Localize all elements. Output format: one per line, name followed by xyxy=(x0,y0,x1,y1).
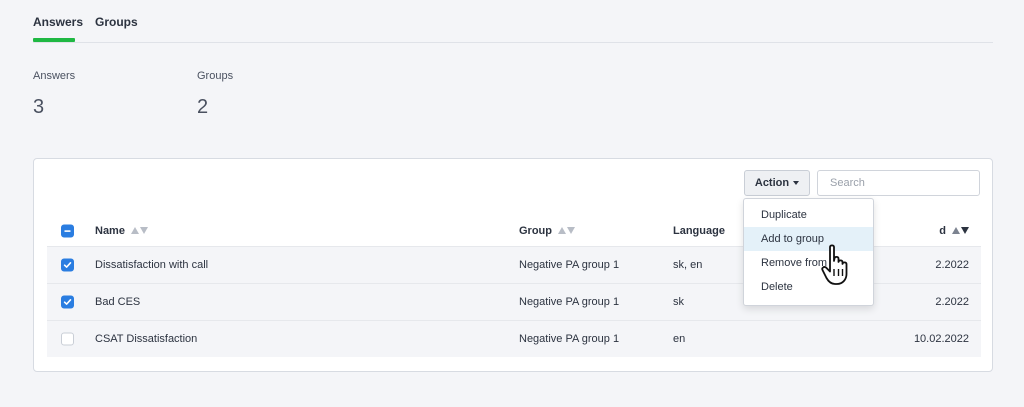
caret-down-icon xyxy=(793,181,800,185)
row-name: Dissatisfaction with call xyxy=(95,259,209,271)
sort-arrows-icon xyxy=(131,225,149,237)
tab-bar: Answers Groups xyxy=(33,0,993,43)
column-header-group-label: Group xyxy=(519,224,552,237)
column-header-date-label: d xyxy=(939,224,946,237)
column-header-group[interactable]: Group xyxy=(519,224,576,237)
table-row[interactable]: CSAT Dissatisfaction Negative PA group 1… xyxy=(47,320,981,357)
column-header-name-label: Name xyxy=(95,224,125,237)
row-language: en xyxy=(673,333,686,345)
row-language: sk, en xyxy=(673,259,703,271)
stat-answers-value: 3 xyxy=(33,96,45,118)
row-date: 2.2022 xyxy=(935,296,969,308)
check-icon xyxy=(61,258,74,272)
check-icon xyxy=(61,295,74,309)
stat-groups-value: 2 xyxy=(197,96,209,118)
menu-item-duplicate[interactable]: Duplicate xyxy=(744,203,873,227)
minus-icon xyxy=(61,224,74,237)
row-checkbox[interactable] xyxy=(61,258,74,272)
sort-arrows-icon xyxy=(558,225,576,237)
stat-answers: Answers 3 xyxy=(33,70,75,119)
column-header-date[interactable]: d xyxy=(939,224,969,236)
tab-groups[interactable]: Groups xyxy=(95,15,138,29)
row-checkbox[interactable] xyxy=(61,295,74,309)
active-tab-indicator xyxy=(33,38,75,42)
row-name: CSAT Dissatisfaction xyxy=(95,333,198,345)
checkbox-empty xyxy=(61,332,74,346)
row-group: Negative PA group 1 xyxy=(519,296,620,308)
row-name: Bad CES xyxy=(95,296,141,308)
stat-groups-label: Groups xyxy=(197,70,234,82)
row-group: Negative PA group 1 xyxy=(519,333,620,345)
row-date: 10.02.2022 xyxy=(913,333,969,345)
row-language: sk xyxy=(673,296,684,308)
search-input[interactable] xyxy=(817,170,980,196)
row-checkbox[interactable] xyxy=(61,332,74,346)
stat-groups: Groups 2 xyxy=(197,70,233,119)
select-all-checkbox[interactable] xyxy=(61,224,74,237)
column-header-language[interactable]: Language xyxy=(673,225,725,237)
sort-arrows-icon xyxy=(952,225,969,237)
action-menu: Duplicate Add to group Remove from Delet… xyxy=(743,198,874,306)
action-button-label: Action xyxy=(754,177,790,189)
hand-pointer-icon xyxy=(820,243,854,287)
tab-answers[interactable]: Answers xyxy=(33,15,83,29)
column-header-name[interactable]: Name xyxy=(95,224,149,237)
stat-answers-label: Answers xyxy=(33,70,76,82)
action-button[interactable]: Action xyxy=(744,170,810,196)
row-date: 2.2022 xyxy=(935,259,969,271)
row-group: Negative PA group 1 xyxy=(519,259,620,271)
